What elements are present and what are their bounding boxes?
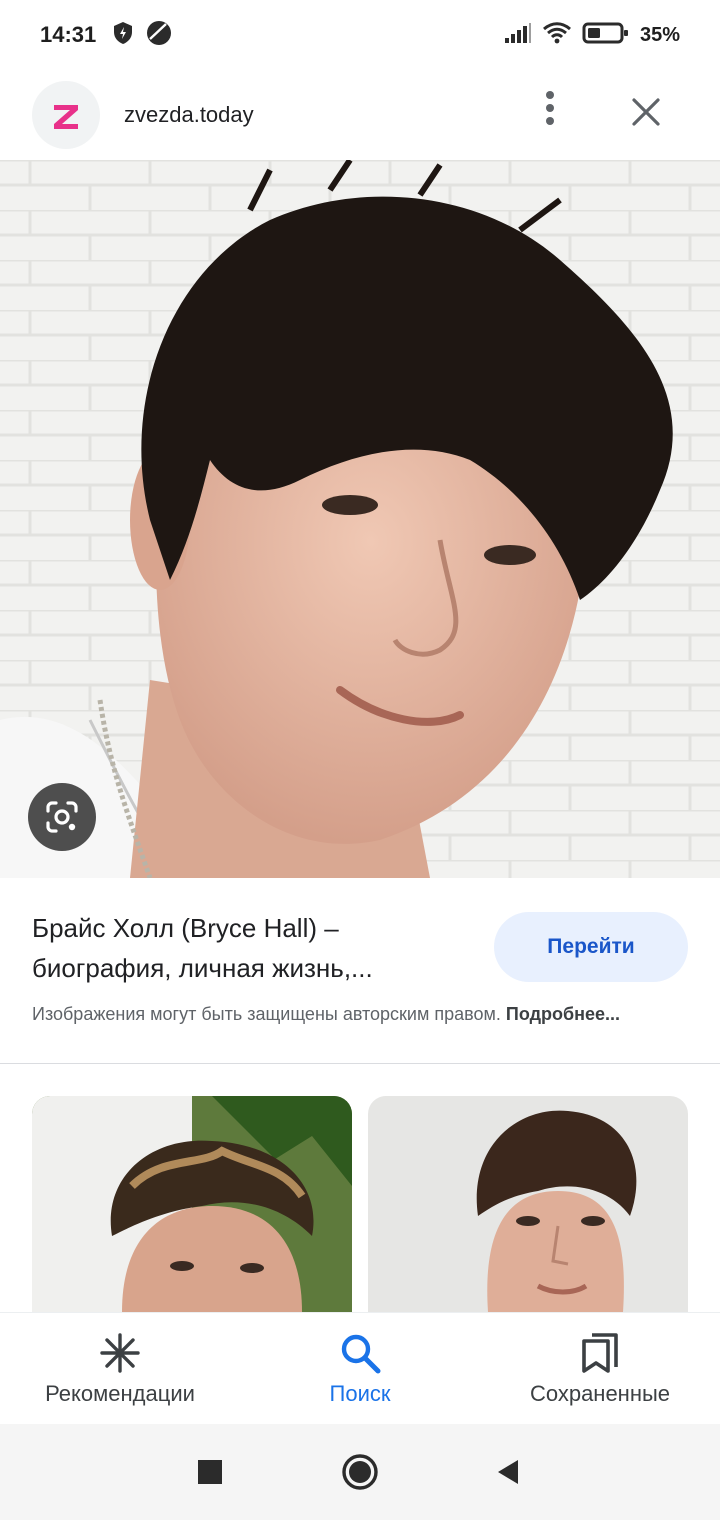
close-icon[interactable] xyxy=(622,88,670,136)
recents-icon[interactable] xyxy=(190,1452,230,1492)
back-icon[interactable] xyxy=(488,1452,528,1492)
nav-label-saved: Сохраненные xyxy=(529,1380,671,1406)
status-left-icons xyxy=(112,20,172,51)
bottom-nav: Рекомендации Поиск Сохраненные xyxy=(0,1312,720,1424)
nav-label-search: Поиск xyxy=(329,1380,391,1406)
bookmarks-icon xyxy=(582,1332,618,1373)
battery-percent: 35% xyxy=(639,23,680,46)
home-icon[interactable] xyxy=(340,1452,380,1492)
status-bar: 14:31 35% xyxy=(0,0,720,70)
related-image[interactable] xyxy=(32,1096,352,1312)
source-header: zvezda.today xyxy=(0,70,720,160)
nav-search[interactable]: Поиск xyxy=(240,1313,480,1424)
visit-button[interactable]: Перейти xyxy=(494,912,688,982)
site-name[interactable]: zvezda.today xyxy=(124,102,254,128)
result-info: Брайс Холл (Bryce Hall) – биография, лич… xyxy=(0,878,720,1064)
copyright-text: Изображения могут быть защищены авторски… xyxy=(32,1004,501,1024)
site-favicon[interactable] xyxy=(32,81,100,149)
signal-icon xyxy=(504,22,532,49)
more-vert-icon[interactable] xyxy=(530,88,570,128)
related-images xyxy=(0,1096,720,1312)
preview-image[interactable] xyxy=(0,160,720,878)
asterisk-icon xyxy=(100,1332,140,1373)
nav-recommendations[interactable]: Рекомендации xyxy=(0,1313,240,1424)
nav-label-recommendations: Рекомендации xyxy=(45,1380,195,1406)
google-lens-button[interactable] xyxy=(28,783,96,851)
related-image[interactable] xyxy=(368,1096,688,1312)
lens-icon xyxy=(46,801,78,833)
vpn-icon xyxy=(146,20,172,51)
shield-icon xyxy=(112,21,134,50)
learn-more-link[interactable]: Подробнее... xyxy=(506,1004,620,1024)
copyright-notice: Изображения могут быть защищены авторски… xyxy=(32,1004,620,1025)
battery-icon xyxy=(582,21,630,50)
wifi-icon xyxy=(542,21,572,50)
system-nav-bar xyxy=(0,1424,720,1520)
status-right: 35% xyxy=(504,21,680,50)
result-title[interactable]: Брайс Холл (Bryce Hall) – биография, лич… xyxy=(32,908,452,988)
nav-saved[interactable]: Сохраненные xyxy=(480,1313,720,1424)
z-logo-icon xyxy=(54,105,78,129)
status-time: 14:31 xyxy=(40,22,97,47)
search-icon xyxy=(341,1334,381,1373)
